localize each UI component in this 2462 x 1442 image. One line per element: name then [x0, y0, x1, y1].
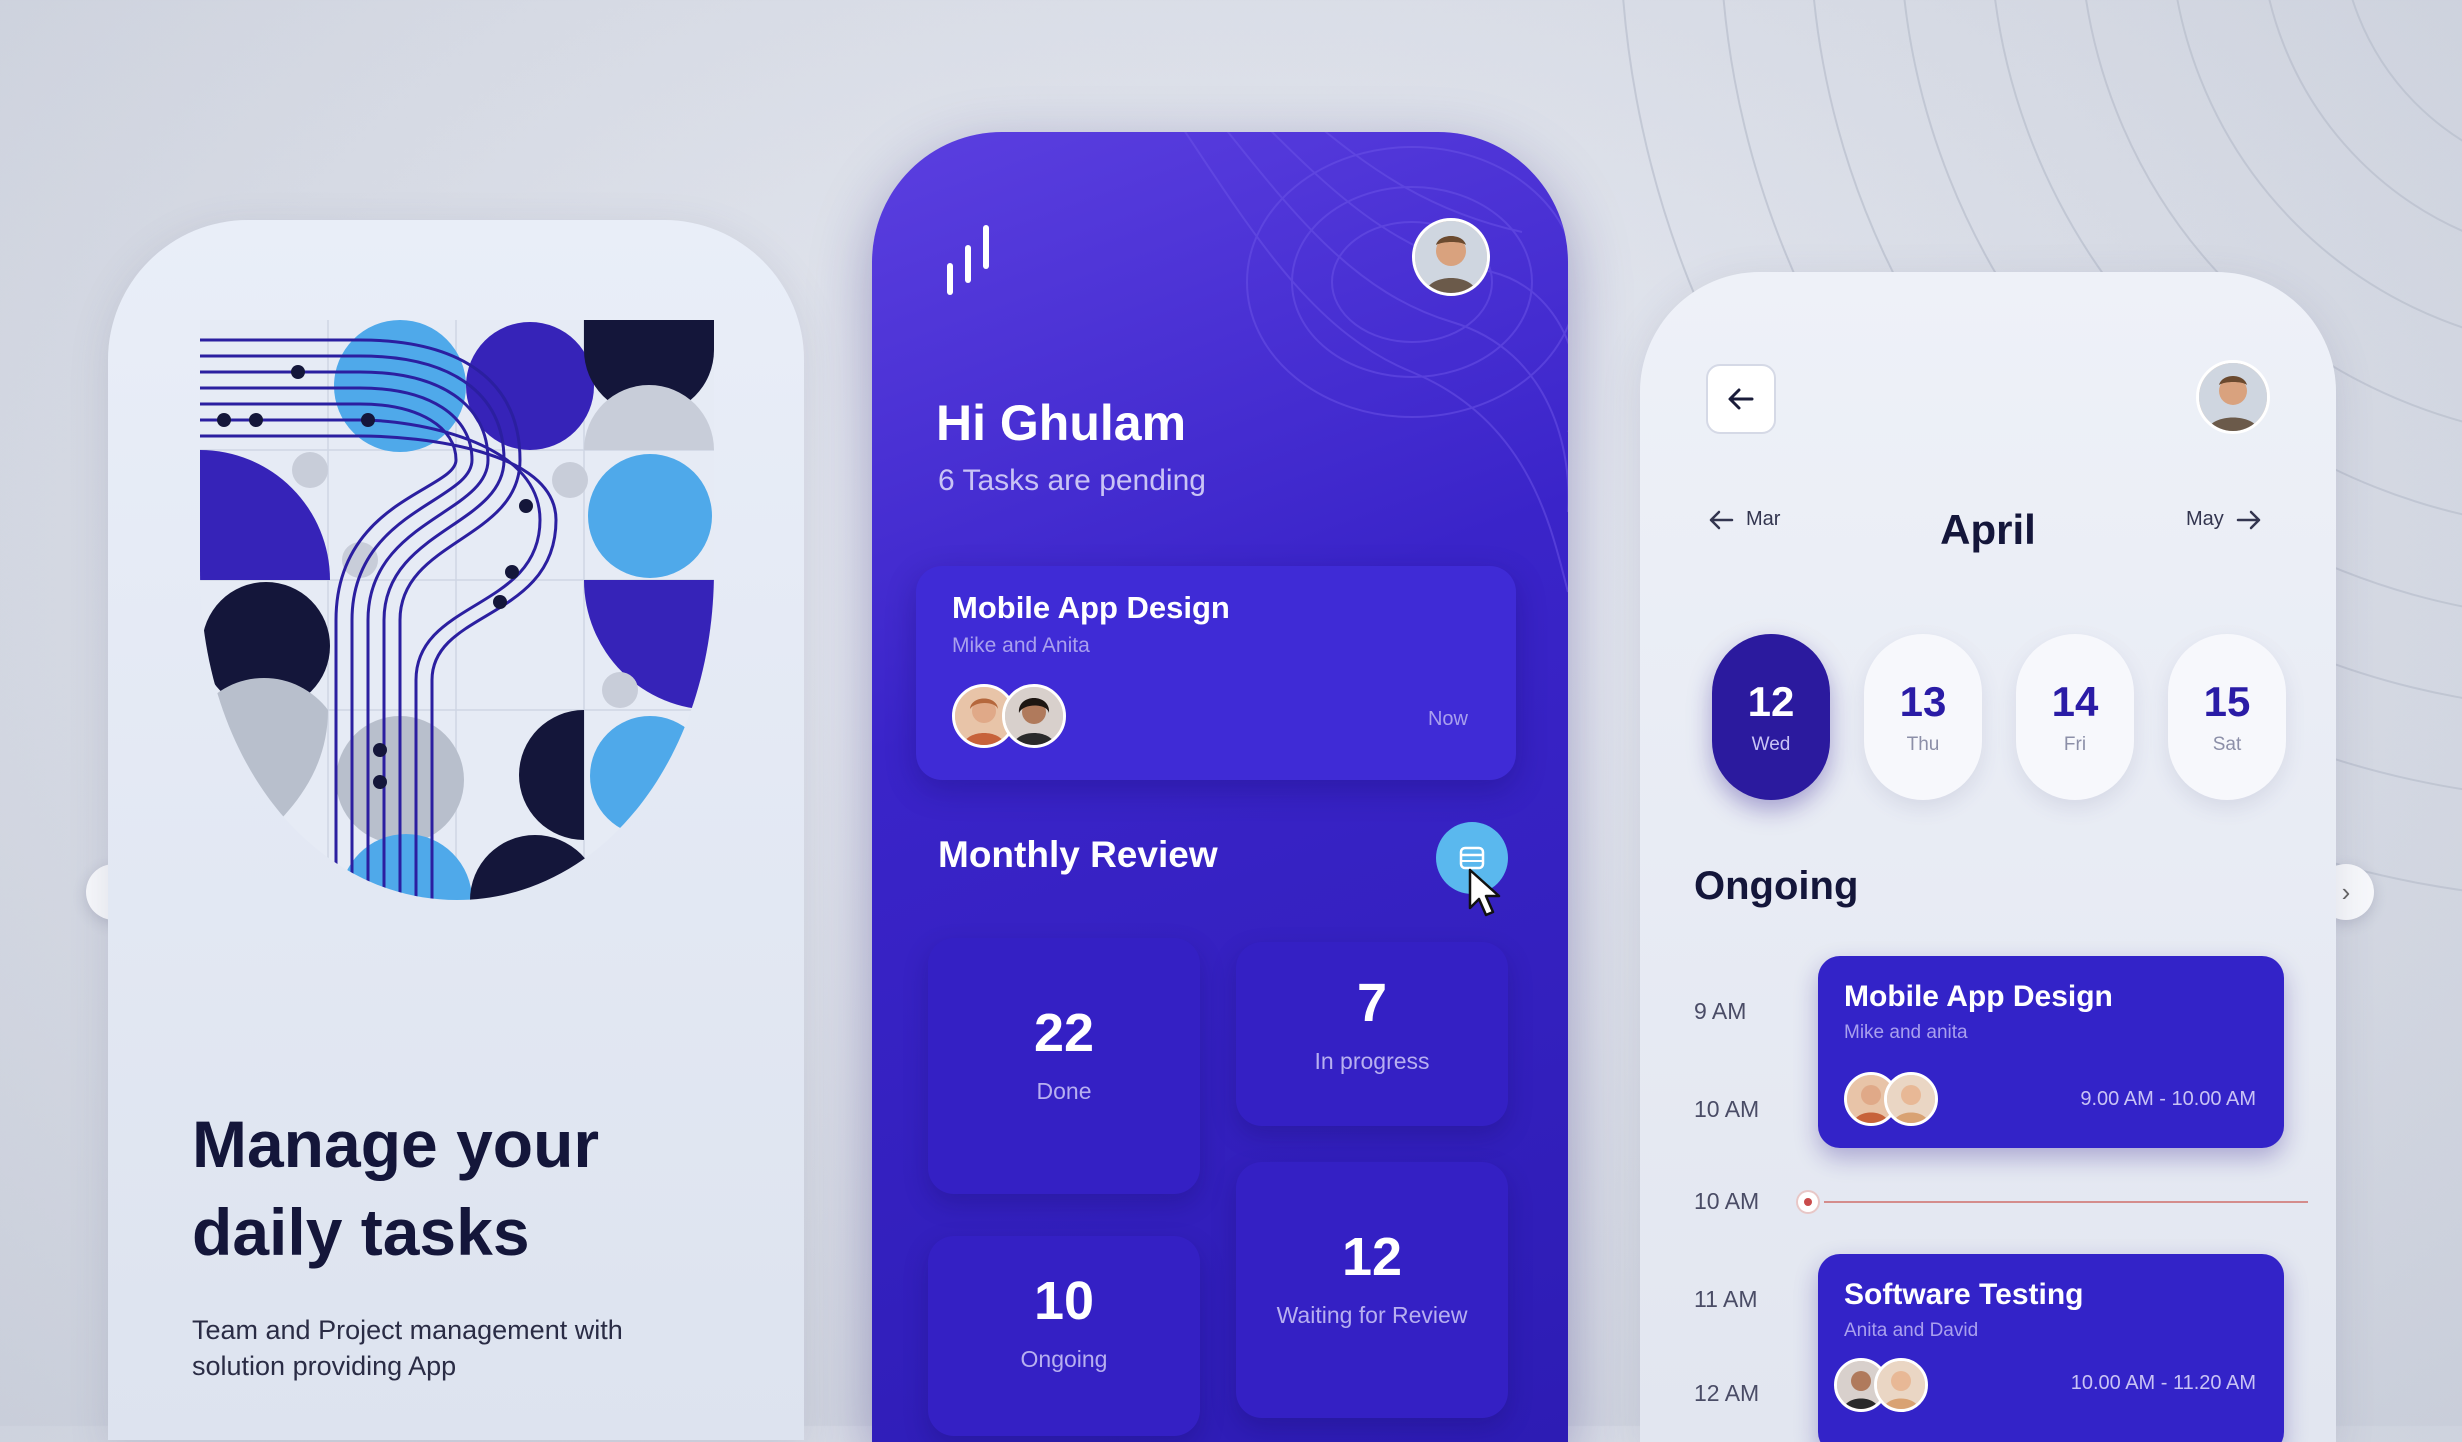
day-number: 12 — [1747, 678, 1795, 725]
event-title: Mobile App Design — [1844, 980, 2113, 1013]
stat-label: Ongoing — [1020, 1346, 1108, 1372]
avatar — [1002, 684, 1066, 748]
stat-label: Waiting for Review — [1276, 1302, 1468, 1328]
stat-value: 10 — [1033, 1271, 1095, 1331]
calendar-phone: Mar April May 12 Wed 13 Thu 14 Fri 15 Sa… — [1640, 272, 2336, 1442]
back-button[interactable] — [1706, 364, 1776, 434]
day-pill[interactable]: 13 Thu — [1864, 634, 1982, 800]
day-label: Fri — [2063, 734, 2087, 755]
mouse-cursor-icon — [1468, 868, 1501, 917]
user-avatar[interactable] — [1412, 218, 1490, 296]
task-member-avatars — [952, 684, 1066, 748]
task-members: Mike and Anita — [952, 634, 1090, 657]
task-time: Now — [1427, 708, 1468, 730]
app-logo-icon — [947, 225, 989, 295]
day-label: Sat — [2212, 734, 2242, 755]
event-time-range: 10.00 AM - 11.20 AM — [2070, 1372, 2256, 1394]
chevron-right-icon: › — [2341, 876, 2351, 907]
time-label: 9 AM — [1694, 998, 1747, 1024]
stat-card-done[interactable]: 22 Done — [928, 938, 1200, 1194]
onboarding-subtext: Team and Project management with solutio… — [192, 1315, 623, 1381]
current-time-line — [1824, 1201, 2308, 1203]
event-members: Anita and David — [1844, 1320, 1979, 1341]
time-label: 12 AM — [1694, 1380, 1760, 1406]
current-time-indicator — [1798, 1192, 1818, 1212]
stat-card-ongoing[interactable]: 10 Ongoing — [928, 1236, 1200, 1436]
task-title: Mobile App Design — [952, 590, 1230, 625]
task-card[interactable]: Mobile App Design Mike and Anita Now — [916, 566, 1516, 780]
event-time-range: 9.00 AM - 10.00 AM — [2080, 1088, 2256, 1110]
stat-value: 12 — [1341, 1227, 1403, 1287]
event-member-avatars — [1844, 1072, 1938, 1126]
next-month-label: May — [2186, 508, 2224, 530]
avatar — [1884, 1072, 1938, 1126]
event-card[interactable]: Mobile App Design Mike and anita 9.00 AM… — [1818, 956, 2284, 1148]
ongoing-section-title: Ongoing — [1694, 864, 1859, 908]
day-pill-selected[interactable]: 12 Wed — [1712, 634, 1830, 800]
onboarding-phone: Manage your daily tasks Team and Project… — [108, 220, 804, 1440]
day-number: 13 — [1899, 678, 1947, 725]
stat-value: 22 — [1033, 1003, 1095, 1063]
avatar — [1874, 1358, 1928, 1412]
greeting-title: Hi Ghulam — [936, 395, 1187, 451]
day-number: 14 — [2051, 678, 2099, 725]
next-month-button[interactable]: May — [2186, 508, 2262, 531]
event-title: Software Testing — [1844, 1278, 2084, 1311]
geometric-illustration — [200, 320, 714, 900]
event-members: Mike and anita — [1844, 1022, 1968, 1043]
time-label: 11 AM — [1694, 1286, 1758, 1312]
event-member-avatars — [1834, 1358, 1928, 1412]
monthly-review-title: Monthly Review — [938, 834, 1218, 875]
arrow-right-icon — [2236, 510, 2261, 529]
stat-label: Done — [1036, 1078, 1092, 1104]
day-label: Wed — [1751, 734, 1791, 755]
event-card[interactable]: Software Testing Anita and David 10.00 A… — [1818, 1254, 2284, 1442]
day-pill[interactable]: 14 Fri — [2016, 634, 2134, 800]
stat-value: 7 — [1356, 973, 1388, 1033]
onboarding-headline: Manage your daily tasks — [192, 1107, 600, 1269]
stat-card-waiting-review[interactable]: 12 Waiting for Review — [1236, 1162, 1508, 1418]
user-avatar[interactable] — [2196, 360, 2270, 434]
day-pill[interactable]: 15 Sat — [2168, 634, 2286, 800]
time-label: 10 AM — [1694, 1096, 1760, 1122]
day-label: Thu — [1906, 734, 1940, 755]
arrow-left-icon — [1728, 388, 1754, 410]
dashboard-phone: Hi Ghulam 6 Tasks are pending Mobile App… — [872, 132, 1568, 1442]
day-number: 15 — [2203, 678, 2251, 725]
stat-label: In progress — [1314, 1048, 1430, 1074]
pending-tasks-text: 6 Tasks are pending — [938, 464, 1206, 497]
stat-card-in-progress[interactable]: 7 In progress — [1236, 942, 1508, 1126]
time-label: 10 AM — [1694, 1188, 1760, 1214]
